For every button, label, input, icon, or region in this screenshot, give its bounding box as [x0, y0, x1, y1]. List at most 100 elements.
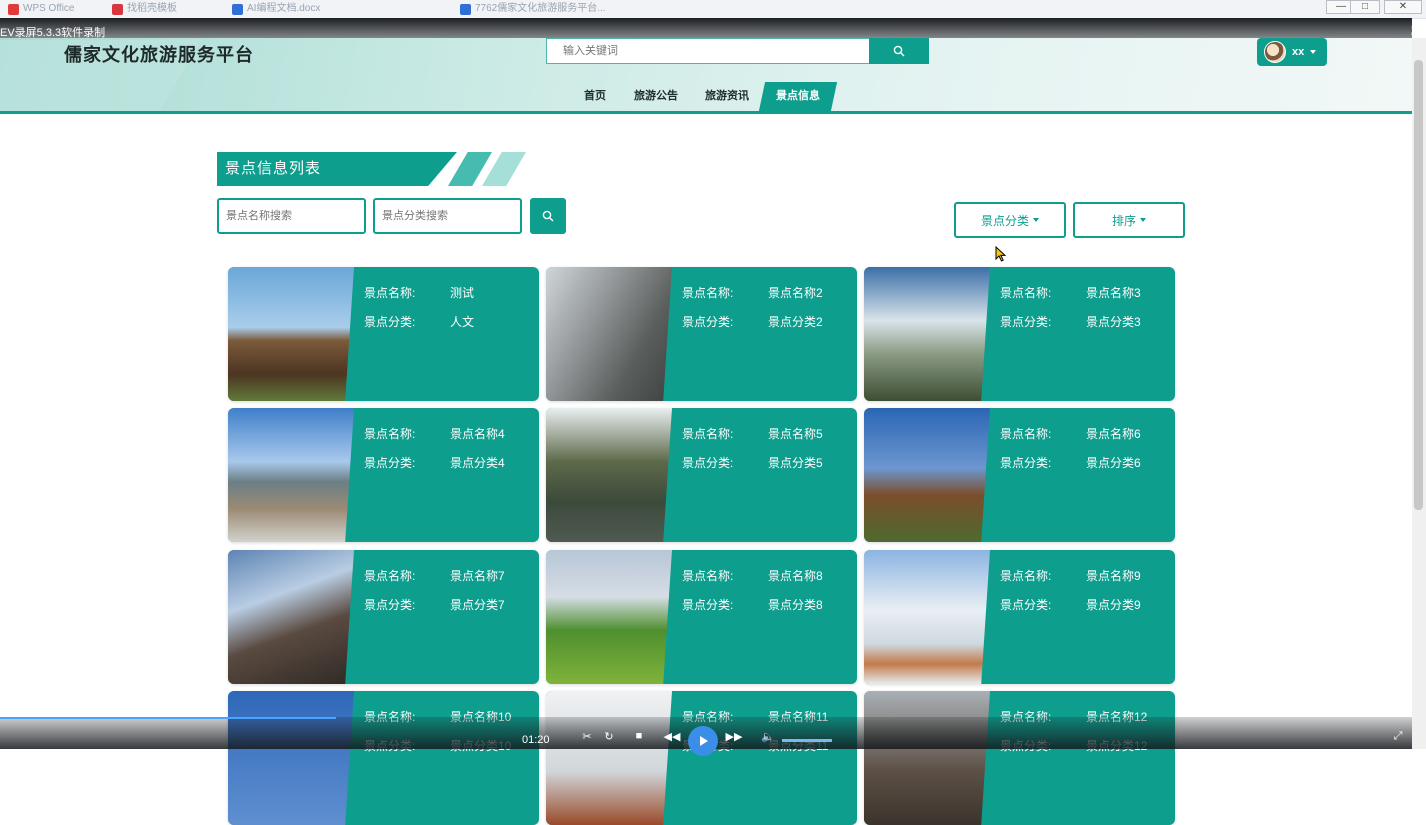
- os-tab-label: AI编程文档.docx: [247, 3, 321, 14]
- attraction-card[interactable]: 景点名称: 景点名称3 景点分类: 景点分类3: [864, 267, 1175, 401]
- attraction-name-label: 景点名称:: [1000, 286, 1052, 300]
- attraction-category: 景点分类6: [1086, 456, 1141, 470]
- maximize-button[interactable]: □: [1350, 0, 1380, 14]
- playback-time: 01:20: [522, 734, 550, 746]
- attraction-image[interactable]: [864, 408, 990, 542]
- search-button[interactable]: [869, 38, 929, 64]
- attraction-name: 景点名称3: [1086, 286, 1141, 300]
- sort-dropdown[interactable]: 排序: [1073, 202, 1185, 238]
- attraction-category-label: 景点分类:: [364, 456, 416, 470]
- os-tab-doc2[interactable]: 7762儒家文化旅游服务平台...: [460, 2, 606, 16]
- os-tab-label: WPS Office: [23, 3, 75, 14]
- fast-forward-icon[interactable]: ▶▶: [724, 726, 744, 746]
- close-button[interactable]: ✕: [1384, 0, 1422, 14]
- nav-news[interactable]: 旅游资讯: [705, 82, 749, 111]
- attraction-card[interactable]: 景点名称: 测试 景点分类: 人文: [228, 267, 539, 401]
- attraction-name-label: 景点名称:: [682, 427, 734, 441]
- attraction-card[interactable]: 景点名称: 景点名称4 景点分类: 景点分类4: [228, 408, 539, 542]
- attraction-category: 景点分类4: [450, 456, 505, 470]
- attraction-category-label: 景点分类:: [682, 315, 734, 329]
- attraction-image[interactable]: [546, 267, 672, 401]
- stop-icon[interactable]: ■: [632, 726, 646, 746]
- attraction-image[interactable]: [546, 691, 672, 825]
- os-tab-template[interactable]: 找稻壳模板: [112, 2, 177, 16]
- rewind-icon[interactable]: ◀◀: [662, 726, 682, 746]
- chevron-down-icon: [1140, 218, 1146, 222]
- attraction-card[interactable]: 景点名称: 景点名称9 景点分类: 景点分类9: [864, 550, 1175, 684]
- cut-icon[interactable]: ✂: [578, 726, 596, 746]
- attraction-image[interactable]: [864, 267, 990, 401]
- attraction-name: 景点名称4: [450, 427, 505, 441]
- volume-icon[interactable]: 🔈: [760, 726, 776, 746]
- category-dropdown[interactable]: 景点分类: [954, 202, 1066, 238]
- sort-dropdown-label: 排序: [1111, 213, 1136, 228]
- search-box: [546, 38, 870, 64]
- attraction-name-label: 景点名称:: [364, 427, 416, 441]
- attraction-name-label: 景点名称:: [1000, 569, 1052, 583]
- volume-slider[interactable]: [782, 739, 832, 742]
- attraction-card[interactable]: 景点名称: 景点名称7 景点分类: 景点分类7: [228, 550, 539, 684]
- attraction-category-label: 景点分类:: [1000, 315, 1052, 329]
- attraction-category-label: 景点分类:: [682, 456, 734, 470]
- word-doc-icon: [460, 3, 471, 15]
- user-menu[interactable]: xx: [1257, 38, 1327, 66]
- attraction-name-label: 景点名称:: [682, 569, 734, 583]
- attraction-name: 景点名称2: [768, 286, 823, 300]
- attraction-name: 景点名称6: [1086, 427, 1141, 441]
- search-icon: [542, 210, 554, 222]
- attraction-card[interactable]: 景点名称:景点名称10景点分类:景点分类10: [228, 691, 539, 825]
- attraction-category: 景点分类2: [768, 315, 823, 329]
- search-icon: [893, 45, 905, 57]
- attraction-name: 景点名称7: [450, 569, 505, 583]
- attraction-card[interactable]: 景点名称: 景点名称2 景点分类: 景点分类2: [546, 267, 857, 401]
- search-input[interactable]: [547, 39, 869, 63]
- mouse-cursor-icon: [995, 246, 1007, 262]
- os-tab-wps[interactable]: WPS Office: [8, 2, 75, 16]
- attraction-image[interactable]: [546, 550, 672, 684]
- chevron-down-icon: [1033, 218, 1039, 222]
- attraction-name-label: 景点名称:: [682, 286, 734, 300]
- attraction-category: 景点分类7: [450, 598, 505, 612]
- os-tab-label: 7762儒家文化旅游服务平台...: [475, 3, 606, 14]
- attraction-name: 测试: [450, 286, 475, 300]
- attraction-name: 景点名称9: [1086, 569, 1141, 583]
- header-divider: [0, 111, 1412, 114]
- category-dropdown-label: 景点分类: [980, 213, 1029, 228]
- attraction-card[interactable]: 景点名称: 景点名称8 景点分类: 景点分类8: [546, 550, 857, 684]
- attraction-category: 景点分类8: [768, 598, 823, 612]
- wps-icon: [8, 3, 19, 15]
- play-button[interactable]: [688, 726, 718, 756]
- nav-announcements[interactable]: 旅游公告: [634, 82, 678, 111]
- attraction-image[interactable]: [228, 267, 354, 401]
- attraction-image[interactable]: [228, 550, 354, 684]
- attraction-name: 景点名称5: [768, 427, 823, 441]
- attraction-card[interactable]: 景点名称: 景点名称6 景点分类: 景点分类6: [864, 408, 1175, 542]
- attraction-image[interactable]: [228, 408, 354, 542]
- attraction-card[interactable]: 景点名称:景点名称11景点分类:景点分类11: [546, 691, 857, 825]
- playback-progress[interactable]: [0, 717, 336, 719]
- attraction-image[interactable]: [546, 408, 672, 542]
- attraction-image[interactable]: [864, 691, 990, 825]
- word-doc-icon: [232, 3, 243, 15]
- attraction-card[interactable]: 景点名称:景点名称12景点分类:景点分类12: [864, 691, 1175, 825]
- user-name: xx: [1292, 46, 1305, 58]
- template-icon: [112, 3, 123, 15]
- loop-icon[interactable]: ↻: [600, 726, 618, 746]
- name-search-input[interactable]: [217, 198, 366, 234]
- attraction-category-label: 景点分类:: [364, 598, 416, 612]
- category-search-input[interactable]: [373, 198, 522, 234]
- attraction-image[interactable]: [864, 550, 990, 684]
- scroll-thumb[interactable]: [1414, 60, 1423, 510]
- avatar: [1264, 41, 1286, 63]
- os-tab-doc[interactable]: AI编程文档.docx: [232, 2, 320, 16]
- os-tab-label: 找稻壳模板: [127, 3, 177, 14]
- attraction-category: 景点分类5: [768, 456, 823, 470]
- attraction-card[interactable]: 景点名称: 景点名称5 景点分类: 景点分类5: [546, 408, 857, 542]
- nav-attractions[interactable]: 景点信息: [762, 82, 834, 111]
- filter-search-button[interactable]: [530, 198, 566, 234]
- expand-icon[interactable]: ⤢: [1390, 726, 1406, 746]
- attraction-image[interactable]: [228, 691, 354, 825]
- attraction-category-label: 景点分类:: [682, 598, 734, 612]
- fullscreen-icon[interactable]: ⛶: [1412, 24, 1420, 39]
- nav-home[interactable]: 首页: [584, 82, 606, 111]
